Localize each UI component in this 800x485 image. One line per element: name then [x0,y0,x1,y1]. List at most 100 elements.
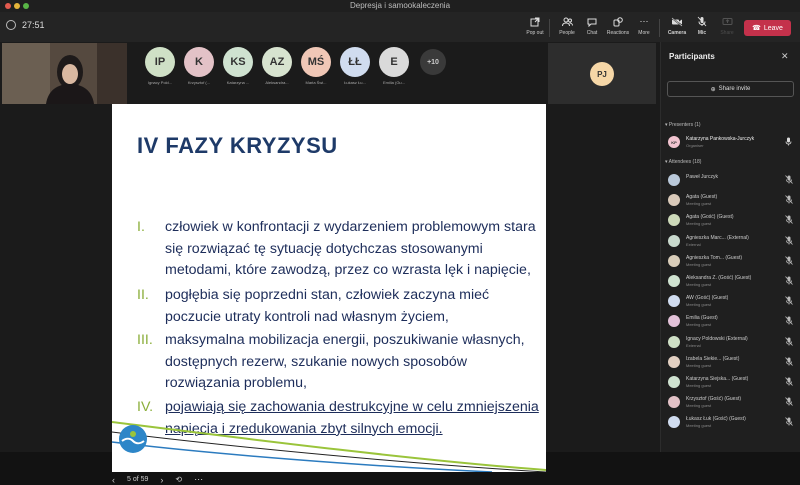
gallery-avatar[interactable]: K Krzysztof (... [181,47,217,85]
participant-role: Meeting guest [686,362,712,368]
share-invite-button[interactable]: ⊕ Share invite [667,81,794,97]
participant-row[interactable]: Ignacy Poldowski (External) External [667,334,795,352]
avatar-initials: MŚ [301,47,331,77]
participant-row[interactable]: Aleksandra Z. (Gość) (Guest) Meeting gues… [667,273,795,291]
share-screen-icon [713,16,741,27]
participant-avatar [668,376,680,388]
mic-label: Mic [697,30,707,36]
participant-row[interactable]: Krzysztof (Gość) (Guest) Meeting guest [667,394,795,412]
mic-muted-icon [785,276,793,285]
participant-avatar [668,275,680,287]
people-label: People [559,30,575,36]
participant-avatar [668,396,680,409]
person-add-icon: ⊕ [710,86,716,93]
participant-name: Emilia (Guest) [686,315,718,322]
participant-row[interactable]: Agata (Guest) Meeting guest [667,192,795,210]
chat-icon [578,16,606,27]
slide-more-icon[interactable]: ⋯ [194,474,203,485]
participant-name: Agata (Guest) [686,194,718,201]
participant-name: Ignacy Poldowski (External) [686,335,748,342]
popout-icon [521,16,549,27]
camera-button[interactable]: Camera [663,16,691,36]
avatar-name: Ignacy Pold... [147,80,173,85]
avatar-initials: K [184,47,214,77]
presenters-section-header[interactable]: ▾ Presenters (1) [665,122,701,128]
participant-role: Meeting guest [686,282,712,287]
share-button[interactable]: Share [713,16,741,36]
item-text: pojawiają się zachowania destrukcyjne w … [165,399,539,437]
participant-name: Agata (Gość) (Guest) [686,214,734,221]
participant-name: Katarzyna Siejska... (Guest) [686,376,749,382]
meeting-toolbar: 27:51 Pop out People Chat Reactions ⋯ Mo… [0,12,800,43]
participant-row[interactable]: Agnieszka Marc... (External) External [667,233,795,251]
participant-role: Organiser [686,143,704,148]
reactions-button[interactable]: Reactions [604,16,632,36]
more-label: More [638,30,650,36]
participant-avatar [668,254,680,267]
share-label: Share [720,30,734,36]
item-text: maksymalna mobilizacja energii, poszukiw… [165,332,525,391]
leave-button[interactable]: ☎ Leave [744,20,791,36]
participant-row[interactable]: Paweł Jurczyk [667,172,795,190]
item-number: IV. [137,399,154,415]
gallery-avatar[interactable]: ŁŁ Łukasz Łu... [337,47,373,85]
gallery-avatar[interactable]: AZ Aleksandra... [259,47,295,85]
participant-tile-pj[interactable]: PJ [548,43,656,104]
previous-slide-icon[interactable]: ‹ [112,475,115,485]
avatar-name: Emilia (Gu... [382,80,405,85]
avatar-name: Maria Świ... [305,80,327,85]
mic-muted-icon [785,397,793,406]
gallery-avatar[interactable]: KS Katarzyna ... [220,47,256,85]
mic-muted-icon [785,417,793,427]
participant-avatar [668,355,680,368]
avatar-initials: IP [145,47,175,77]
participant-avatar [668,416,680,429]
more-button[interactable]: ⋯ More [630,16,658,36]
video-feed-image [2,43,127,104]
popout-label: Pop out [526,30,544,36]
participant-row[interactable]: Łukasz Łuk (Gość) (Guest) Meeting guest [667,414,795,432]
participant-role: External [686,241,701,247]
participant-row[interactable]: Agata (Gość) (Guest) Meeting guest [667,212,795,230]
participant-video[interactable] [2,43,127,104]
sync-icon[interactable]: ⟲ [175,475,182,484]
item-number: I. [137,219,145,235]
attendees-section-header[interactable]: ▾ Attendees (18) [665,159,701,165]
more-participants-button[interactable]: +10 [415,47,451,85]
gallery-avatar[interactable]: IP Ignacy Pold... [142,47,178,85]
gallery-avatar[interactable]: E Emilia (Gu... [376,47,412,85]
participant-role: Meeting guest [686,221,712,227]
close-panel-icon[interactable]: ✕ [781,51,789,62]
timer-text: 27:51 [22,20,45,30]
participant-avatar: KP [668,136,680,148]
participant-avatar [668,295,680,308]
phone-hangup-icon: ☎ [752,25,761,32]
participant-row[interactable]: Agnieszka Tom... (Guest) Meeting guest [667,253,795,271]
participant-role: External [686,342,701,348]
meeting-timer: 27:51 [6,20,45,30]
participant-row[interactable]: KP Katarzyna Pankowska-Jurczyk Organiser [667,134,795,152]
people-button[interactable]: People [553,16,581,36]
participant-row[interactable]: Katarzyna Siejska... (Guest) Meeting gues… [667,374,795,392]
participant-name: AW (Gość) (Guest) [686,295,729,302]
avatar-name: Krzysztof (... [187,80,211,85]
participant-avatar [668,194,680,207]
camera-label: Camera [667,30,687,36]
participant-row[interactable]: AW (Gość) (Guest) Meeting guest [667,293,795,311]
chat-label: Chat [586,30,598,36]
gallery-avatar[interactable]: MŚ Maria Świ... [298,47,334,85]
item-text: człowiek w konfrontacji z wydarzeniem pr… [165,219,536,278]
next-slide-icon[interactable]: › [160,475,163,485]
chat-button[interactable]: Chat [578,16,606,36]
meeting-stage: IP Ignacy Pold... K Krzysztof (... KS Katar… [0,42,660,485]
shared-slide: IV FAZY KRYZYSU I. człowiek w konfrontac… [112,104,546,472]
participant-role: Meeting guest [686,322,712,328]
mic-button[interactable]: Mic [688,16,716,36]
popout-button[interactable]: Pop out [521,16,549,36]
participant-row[interactable]: Izabela Siekie... (Guest) Meeting guest [667,354,795,372]
participant-name: Łukasz Łuk (Gość) (Guest) [686,416,746,423]
participant-row[interactable]: Emilia (Guest) Meeting guest [667,313,795,331]
camera-off-icon [663,16,691,27]
pj-avatar: PJ [590,62,614,86]
avatar-initials: ŁŁ [340,47,370,77]
